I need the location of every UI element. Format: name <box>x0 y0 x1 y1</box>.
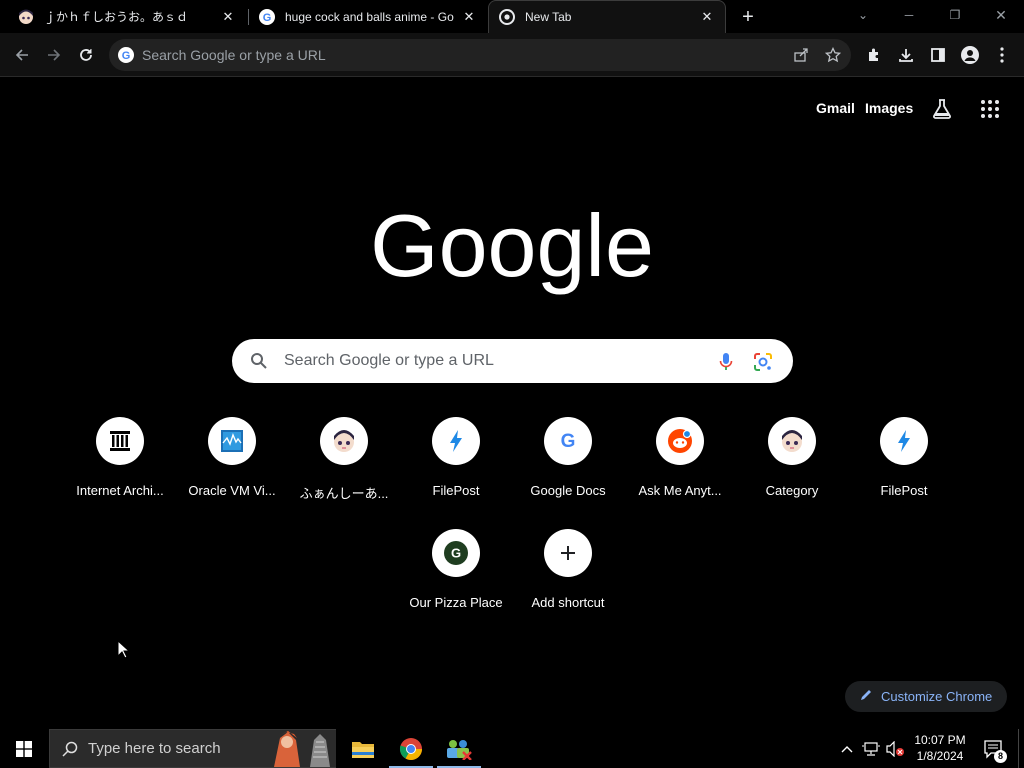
svg-text:Google: Google <box>372 200 652 295</box>
shortcut-label: Internet Archi... <box>76 483 164 498</box>
bolt-icon <box>880 417 928 465</box>
labs-flask-icon[interactable] <box>930 97 954 121</box>
reload-icon[interactable] <box>72 41 100 69</box>
shortcut-label: ふぁんしーあ... <box>299 486 389 501</box>
shortcut-tile[interactable]: Internet Archi... <box>64 417 176 517</box>
google-g-icon: G <box>118 47 134 63</box>
show-desktop-button[interactable] <box>1018 729 1024 768</box>
google-lens-icon[interactable] <box>753 352 773 377</box>
add-shortcut-button[interactable]: Add shortcut <box>512 529 624 629</box>
tab-1[interactable]: ｊかｈｆしおうお。あｓｄ ✕ <box>8 0 246 33</box>
ntp-search-box[interactable] <box>232 339 793 383</box>
customize-chrome-button[interactable]: Customize Chrome <box>845 681 1007 712</box>
search-highlight-icon <box>266 730 336 767</box>
tab-title: huge cock and balls anime - Go <box>285 9 454 24</box>
clock-time: 10:07 PM <box>914 733 966 747</box>
close-icon[interactable]: ✕ <box>220 9 236 25</box>
shortcut-tile[interactable]: FilePost <box>400 417 512 517</box>
chrome-icon <box>499 9 515 25</box>
svg-text:G: G <box>451 546 461 561</box>
shortcut-label: Oracle VM Vi... <box>188 483 276 498</box>
shortcut-label: Category <box>765 483 819 498</box>
anime-face-icon <box>320 417 368 465</box>
svg-text:G: G <box>263 12 272 24</box>
app-taskbar-icon[interactable] <box>435 729 483 768</box>
bookmark-star-icon[interactable] <box>823 45 843 65</box>
omnibox[interactable]: G <box>109 39 851 71</box>
archive-icon <box>96 417 144 465</box>
letter-g-icon: G <box>432 529 480 577</box>
shortcut-label: FilePost <box>880 483 928 498</box>
search-icon <box>250 352 268 370</box>
close-icon[interactable]: ✕ <box>461 9 477 25</box>
search-icon <box>62 741 78 757</box>
shortcut-tile[interactable]: FilePost <box>848 417 960 517</box>
extensions-icon[interactable] <box>860 41 888 69</box>
svg-text:G: G <box>561 431 576 452</box>
shortcut-label: FilePost <box>432 483 480 498</box>
shortcut-label: Our Pizza Place <box>409 595 503 610</box>
images-link[interactable]: Images <box>865 100 913 116</box>
notification-count-badge: 8 <box>994 750 1007 763</box>
microphone-icon[interactable] <box>719 352 733 377</box>
tab-strip: ｊかｈｆしおうお。あｓｄ ✕ G huge cock and balls ani… <box>0 0 1024 33</box>
anime-face-icon <box>768 417 816 465</box>
apps-grid-icon[interactable] <box>980 99 1000 119</box>
shortcut-tile[interactable]: Oracle VM Vi... <box>176 417 288 517</box>
shortcut-tile[interactable]: ふぁんしーあ... <box>288 417 400 517</box>
forward-icon[interactable] <box>40 41 68 69</box>
shortcut-tile[interactable]: G Google Docs <box>512 417 624 517</box>
pencil-icon <box>859 688 873 705</box>
restore-icon[interactable]: ❐ <box>932 0 978 30</box>
tab-search-icon[interactable]: ⌄ <box>840 0 886 30</box>
reddit-icon <box>656 417 704 465</box>
shortcut-label: Ask Me Anyt... <box>638 483 722 498</box>
download-icon[interactable] <box>892 41 920 69</box>
omnibox-input[interactable] <box>142 47 762 63</box>
shortcut-tile[interactable]: Category <box>736 417 848 517</box>
minimize-icon[interactable]: ─ <box>886 0 932 30</box>
clock[interactable]: 10:07 PM 1/8/2024 <box>910 732 970 764</box>
browser-toolbar: G <box>0 33 1024 77</box>
shortcut-label: Add shortcut <box>531 595 605 610</box>
windows-taskbar: 10:07 PM 1/8/2024 8 <box>0 729 1024 768</box>
new-tab-icon[interactable]: + <box>737 6 759 28</box>
customize-chrome-label: Customize Chrome <box>881 689 993 704</box>
close-icon[interactable]: ✕ <box>699 9 715 25</box>
tab-title: New Tab <box>525 10 572 24</box>
mouse-cursor-icon <box>117 639 131 664</box>
taskbar-search-box[interactable] <box>49 729 336 768</box>
tab-3[interactable]: New Tab ✕ <box>488 0 726 33</box>
anime-face-icon <box>18 9 34 25</box>
google-logo: Google <box>370 196 654 300</box>
shortcut-tile[interactable]: Ask Me Anyt... <box>624 417 736 517</box>
clock-date: 1/8/2024 <box>916 749 964 763</box>
google-g-icon: G <box>259 8 275 25</box>
bolt-icon <box>432 417 480 465</box>
shortcut-tile[interactable]: G Our Pizza Place <box>400 529 512 629</box>
file-explorer-icon[interactable] <box>339 729 387 768</box>
side-panel-icon[interactable] <box>924 41 952 69</box>
notifications-icon[interactable]: 8 <box>980 729 1008 768</box>
ntp-search-input[interactable] <box>284 352 704 370</box>
back-icon[interactable] <box>8 41 36 69</box>
show-hidden-icons-icon[interactable] <box>838 729 856 768</box>
windows-start-icon[interactable] <box>0 729 48 768</box>
virtualbox-icon <box>208 417 256 465</box>
volume-muted-icon[interactable] <box>884 729 906 768</box>
profile-icon[interactable] <box>956 41 984 69</box>
close-window-icon[interactable]: ✕ <box>978 0 1024 30</box>
gmail-link[interactable]: Gmail <box>816 100 855 116</box>
plus-icon <box>544 529 592 577</box>
tab-title: ｊかｈｆしおうお。あｓｄ <box>44 10 189 24</box>
share-icon[interactable] <box>791 45 811 65</box>
shortcut-label: Google Docs <box>530 483 606 498</box>
taskbar-search-input[interactable] <box>88 740 258 757</box>
svg-text:G: G <box>122 50 131 62</box>
chrome-taskbar-icon[interactable] <box>387 729 435 768</box>
google-g-icon: G <box>544 417 592 465</box>
network-icon[interactable] <box>860 729 882 768</box>
tab-2[interactable]: G huge cock and balls anime - Go ✕ <box>249 0 487 33</box>
menu-kebab-icon[interactable] <box>988 41 1016 69</box>
